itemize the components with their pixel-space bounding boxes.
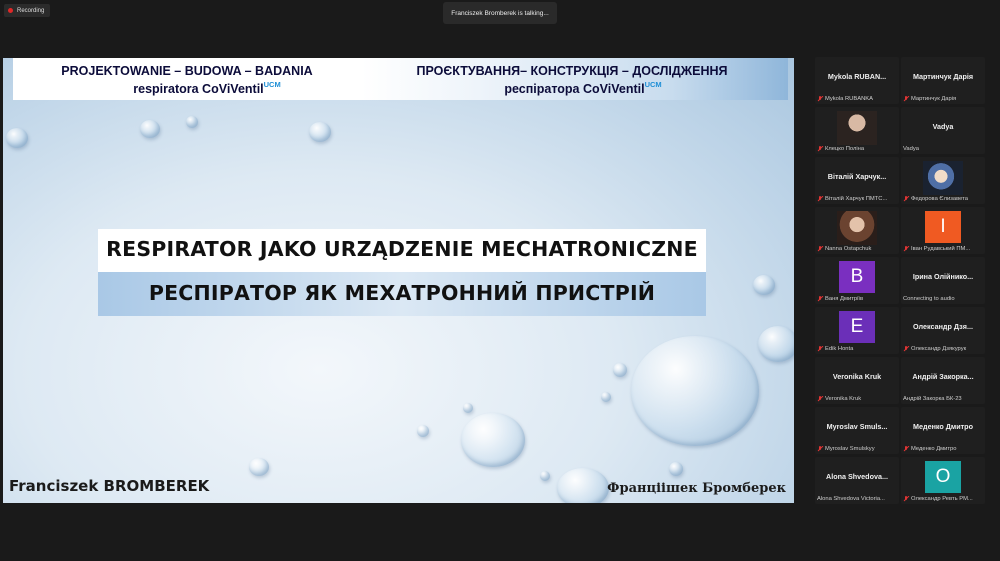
participant-name: Mykola RUBAN... xyxy=(827,72,887,81)
participant-label: Myroslav Smulskyy xyxy=(817,446,897,452)
participant-tile[interactable]: Nanna Ostapchuk xyxy=(815,207,899,254)
participant-tile[interactable]: Федорова Єлизавета xyxy=(901,157,985,204)
slide-title-polish: RESPIRATOR JAKO URZĄDZENIE MECHATRONICZN… xyxy=(106,237,698,261)
participant-label: Олександр Дзякурук xyxy=(903,346,983,352)
participant-tile[interactable]: Mykola RUBAN... Mykola RUBANKA xyxy=(815,57,899,104)
participant-name: Олександр Дзя... xyxy=(913,322,973,331)
slide-title-box: RESPIRATOR JAKO URZĄDZENIE MECHATRONICZN… xyxy=(98,229,706,316)
mic-muted-icon xyxy=(817,96,823,102)
shared-screen[interactable]: PROJEKTOWANIE – BUDOWA – BADANIA respira… xyxy=(3,58,794,503)
participant-label: Ваня Дмитріїв xyxy=(817,296,897,302)
participant-tile[interactable]: O Олександр Ревть РМ... xyxy=(901,457,985,504)
recording-label: Recording xyxy=(17,7,45,14)
header-polish-line1: PROJEKTOWANIE – BUDOWA – BADANIA xyxy=(61,64,313,78)
droplet-decoration xyxy=(758,326,794,362)
participant-tile[interactable]: Veronika Kruk Veronika Kruk xyxy=(815,357,899,404)
participant-video xyxy=(923,161,963,195)
droplet-decoration xyxy=(631,336,759,446)
droplet-decoration xyxy=(753,275,775,295)
participant-name: Veronika Kruk xyxy=(832,372,882,381)
droplet-decoration xyxy=(557,468,609,503)
slide-title-ukrainian: РЕСПІРАТОР ЯК МЕХАТРОННИЙ ПРИСТРІЙ xyxy=(148,281,656,305)
participant-label: Олександр Ревть РМ... xyxy=(903,496,983,502)
participant-avatar: O xyxy=(925,461,961,493)
mic-muted-icon xyxy=(903,246,909,252)
mic-muted-icon xyxy=(903,346,909,352)
talking-banner: Franciszek Bromberek is talking... xyxy=(443,2,557,24)
participant-tile[interactable]: Ірина Олійнико... Connecting to audio xyxy=(901,257,985,304)
recording-dot-icon xyxy=(8,8,13,13)
participant-tile[interactable]: B Ваня Дмитріїв xyxy=(815,257,899,304)
recording-indicator[interactable]: Recording xyxy=(4,4,51,17)
header-ukrainian-line1: ПРОЄКТУВАННЯ– КОНСТРУКЦІЯ – ДОСЛІДЖЕННЯ xyxy=(416,64,728,78)
participant-name: Мартинчук Дарія xyxy=(912,72,974,81)
droplet-decoration xyxy=(601,392,611,402)
participant-video xyxy=(837,111,877,145)
participant-label: Мартинчук Дарія xyxy=(903,96,983,102)
participant-tile[interactable]: Vadya Vadya xyxy=(901,107,985,154)
mic-muted-icon xyxy=(817,396,823,402)
mic-muted-icon xyxy=(903,96,909,102)
author-ukrainian: Франціішек Бромберек xyxy=(607,481,786,496)
mic-muted-icon xyxy=(817,346,823,352)
zoom-meeting-window: Recording Franciszek Bromberek is talkin… xyxy=(0,0,1000,561)
droplet-decoration xyxy=(613,363,627,377)
droplet-decoration xyxy=(309,122,331,142)
droplet-decoration xyxy=(249,458,269,476)
participant-tile[interactable]: Андрій Закорка... Андрій Закорка БК-23 xyxy=(901,357,985,404)
participant-avatar: E xyxy=(839,311,875,343)
participant-tile[interactable]: Меденко Дмитро Меденко Дмитро xyxy=(901,407,985,454)
participant-label: Connecting to audio xyxy=(903,296,955,302)
mic-muted-icon xyxy=(817,146,823,152)
mic-muted-icon xyxy=(817,196,823,202)
participant-tile[interactable]: E Edik Honta xyxy=(815,307,899,354)
participant-video xyxy=(837,211,877,245)
participant-label: Nanna Ostapchuk xyxy=(817,246,897,252)
participant-label: Vadya xyxy=(903,146,920,152)
participant-name: Віталій Харчук... xyxy=(827,172,887,181)
header-polish-line2: respiratora CoViVentilUCM xyxy=(133,80,281,96)
participant-label: Віталій Харчук ПМТС... xyxy=(817,196,897,202)
header-ukrainian-line2: респіратора CoViVentilUCM xyxy=(504,80,662,96)
participant-label: Mykola RUBANKA xyxy=(817,96,897,102)
participant-name: Myroslav Smuls... xyxy=(826,422,888,431)
participant-tile[interactable]: Клецко Поліна xyxy=(815,107,899,154)
participant-name: Меденко Дмитро xyxy=(913,422,973,431)
mic-muted-icon xyxy=(903,496,909,502)
participant-label: Федорова Єлизавета xyxy=(903,196,983,202)
participant-avatar: I xyxy=(925,211,961,243)
participant-tile[interactable]: I Іван Рудавський ПМ... xyxy=(901,207,985,254)
participant-name: Андрій Закорка... xyxy=(912,372,974,381)
droplet-decoration xyxy=(140,120,160,138)
participant-label: Alona Shvedova Victoria... xyxy=(817,496,885,502)
participant-tile[interactable]: Олександр Дзя... Олександр Дзякурук xyxy=(901,307,985,354)
mic-muted-icon xyxy=(903,446,909,452)
participant-label: Андрій Закорка БК-23 xyxy=(903,396,962,402)
mic-muted-icon xyxy=(817,296,823,302)
author-polish: Franciszek BROMBEREK xyxy=(9,477,210,495)
participant-label: Клецко Поліна xyxy=(817,146,897,152)
participant-tile[interactable]: Мартинчук Дарія Мартинчук Дарія xyxy=(901,57,985,104)
droplet-decoration xyxy=(186,116,198,128)
participant-tile[interactable]: Віталій Харчук... Віталій Харчук ПМТС... xyxy=(815,157,899,204)
participant-name: Alona Shvedova... xyxy=(826,472,888,481)
participant-name: Ірина Олійнико... xyxy=(912,272,974,281)
participant-label: Veronika Kruk xyxy=(817,396,897,402)
droplet-decoration xyxy=(417,425,429,437)
participant-label: Іван Рудавський ПМ... xyxy=(903,246,983,252)
droplet-decoration xyxy=(6,128,28,148)
participant-label: Меденко Дмитро xyxy=(903,446,983,452)
droplet-decoration xyxy=(669,462,683,476)
participant-tile[interactable]: Myroslav Smuls... Myroslav Smulskyy xyxy=(815,407,899,454)
participant-label: Edik Honta xyxy=(817,346,897,352)
participant-avatar: B xyxy=(839,261,875,293)
droplet-decoration xyxy=(463,403,473,413)
participant-name: Vadya xyxy=(932,122,954,131)
participant-tile[interactable]: Alona Shvedova... Alona Shvedova Victori… xyxy=(815,457,899,504)
droplet-decoration xyxy=(540,471,550,481)
mic-muted-icon xyxy=(817,246,823,252)
mic-muted-icon xyxy=(817,446,823,452)
mic-muted-icon xyxy=(903,196,909,202)
droplet-decoration xyxy=(461,413,525,467)
